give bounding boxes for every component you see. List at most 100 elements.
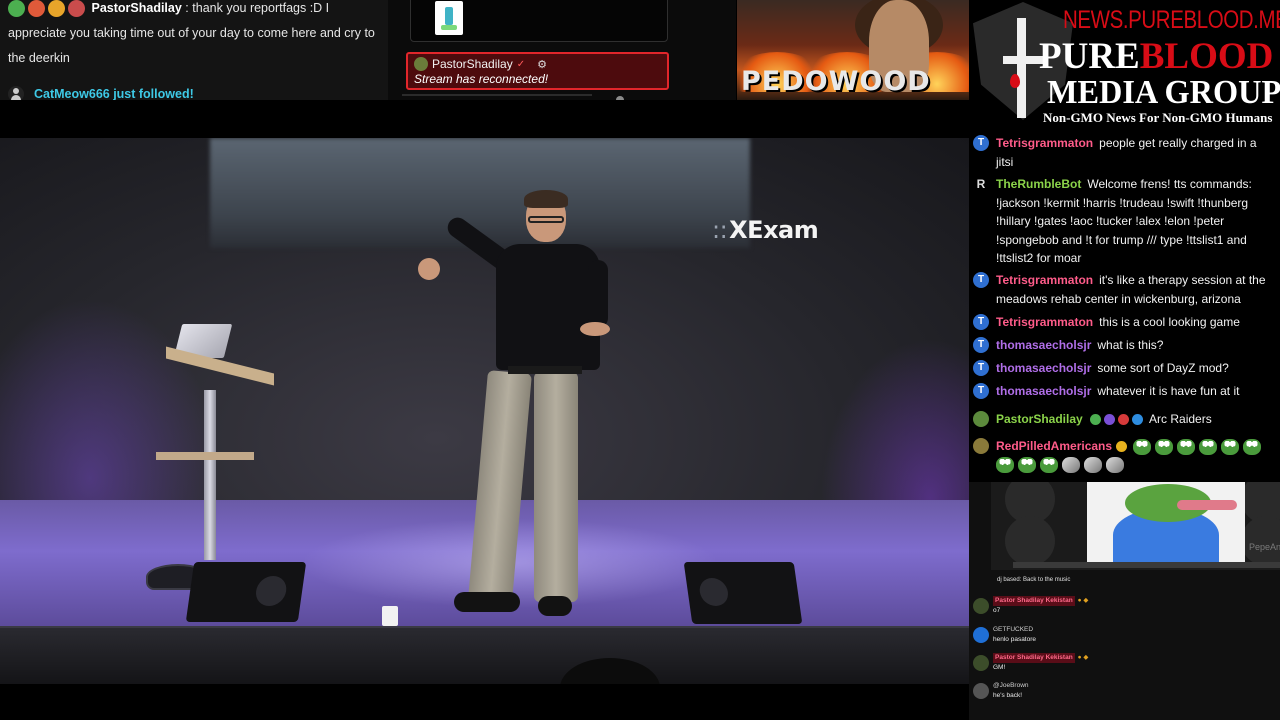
embed-text: GM! <box>993 664 1006 671</box>
chat-message: T Tetrisgrammaton this is a cool looking … <box>969 313 1280 332</box>
frog-emote-icon <box>1133 438 1152 455</box>
chat-username[interactable]: PastorShadilay <box>91 1 181 15</box>
chat-message-body: Tetrisgrammaton this is a cool looking ga… <box>996 313 1274 332</box>
embed-progress-bar[interactable] <box>1013 562 1280 568</box>
embed-video[interactable]: PepeAndFre <box>991 482 1280 570</box>
chat-message: RedPilledAmericans <box>969 437 1280 474</box>
chat-separator: : <box>185 1 189 15</box>
chat-username[interactable]: Tetrisgrammaton <box>996 315 1093 329</box>
chat-username[interactable]: thomasaecholsjr <box>996 384 1091 398</box>
embed-chat-message: GETFUCKED henlo pasatore <box>973 625 1273 645</box>
follow-notice-text: CatMeow666 just followed! <box>34 87 194 100</box>
alert-card <box>410 0 668 42</box>
chat-message-body: Tetrisgrammaton people get really charged… <box>996 134 1274 171</box>
chat-username[interactable]: thomasaecholsjr <box>996 361 1091 375</box>
embed-chat-message: @JoeBrown he's back! <box>973 681 1273 701</box>
chat-message-body: thomasaecholsjr some sort of DayZ mod? <box>996 359 1274 378</box>
badge-icon <box>1104 414 1116 426</box>
logo-subtitle: MEDIA GROUP <box>1047 74 1280 111</box>
verified-icon: ✓ <box>516 58 526 70</box>
presenter-torso <box>496 244 600 370</box>
chat-message: PastorShadilay Arc Raiders <box>969 410 1280 429</box>
decor-circle <box>1005 516 1055 566</box>
reconnect-alert: PastorShadilay ✓ ⚙ Stream has reconnecte… <box>406 52 669 90</box>
avatar <box>414 57 428 71</box>
avatar <box>973 438 989 454</box>
chat-username[interactable]: PastorShadilay <box>996 412 1083 426</box>
decor-circle <box>1241 516 1280 566</box>
main-video-player[interactable]: ::XExam <box>0 138 969 684</box>
embed-chat-message: Pastor Shadilay Kekistan ● ◆ GM! <box>973 653 1273 673</box>
ghost-emote-icon <box>1062 457 1080 474</box>
chat-username[interactable]: thomasaecholsjr <box>996 338 1091 352</box>
embed-chat-body: Pastor Shadilay Kekistan ● ◆ o7 <box>993 596 1273 616</box>
avatar: R <box>976 177 986 191</box>
embedded-stream[interactable]: PepeAndFre dj based: Back to the music P… <box>969 482 1280 720</box>
chat-message: T Tetrisgrammaton people get really charg… <box>969 134 1280 171</box>
reconnect-username: PastorShadilay <box>432 57 513 71</box>
slide-dots: :: <box>712 216 728 244</box>
embed-credit: PepeAndFre <box>1249 542 1280 552</box>
chat-message: T Tetrisgrammaton it's like a therapy ses… <box>969 271 1280 308</box>
embed-username[interactable]: Pastor Shadilay Kekistan <box>993 653 1075 663</box>
gear-icon[interactable]: ⚙ <box>537 58 547 71</box>
presenter <box>412 190 622 618</box>
presenter-hand <box>580 322 610 336</box>
chat-text: Arc Raiders <box>1149 412 1212 426</box>
user-badges <box>8 0 85 18</box>
embed-text: henlo pasatore <box>993 636 1037 643</box>
alert-thumbnail <box>435 1 463 35</box>
presenter-glasses <box>528 216 564 223</box>
presenter-leg <box>534 372 578 602</box>
reconnect-message: Stream has reconnected! <box>414 72 549 86</box>
avatar <box>973 598 989 614</box>
embed-caption: dj based: Back to the music <box>997 577 1071 583</box>
top-chat-overlay: PastorShadilay : thank you reportfags :D… <box>0 0 388 100</box>
badge-icon <box>1132 414 1144 426</box>
embed-username[interactable]: GETFUCKED <box>993 625 1033 635</box>
frog-emote-icon <box>1177 438 1196 455</box>
podium <box>204 390 216 560</box>
embed-text: he's back! <box>993 692 1023 699</box>
video-thumbnail[interactable]: PEDOWOOD <box>737 0 969 100</box>
stage-monitor-right <box>683 562 803 624</box>
chat-username[interactable]: TheRumbleBot <box>996 177 1081 191</box>
logo-title-pure: PURE <box>1039 36 1140 77</box>
chat-message-body: RedPilledAmericans <box>996 437 1274 474</box>
embed-chat-message: Pastor Shadilay Kekistan ● ◆ o7 <box>973 596 1273 616</box>
presenter-leg <box>468 370 532 602</box>
blood-drop-icon <box>1010 74 1020 88</box>
avatar: T <box>973 337 989 353</box>
embed-text: o7 <box>993 607 1001 614</box>
chat-message-body: Tetrisgrammaton it's like a therapy sessi… <box>996 271 1274 308</box>
pepe-tongue <box>1177 500 1237 510</box>
frog-emote-icon <box>996 457 1014 474</box>
embed-username[interactable]: Pastor Shadilay Kekistan <box>993 596 1075 606</box>
embed-chat-body: GETFUCKED henlo pasatore <box>993 625 1273 645</box>
logo-tagline: Non-GMO News For Non-GMO Humans <box>1043 110 1273 125</box>
avatar: T <box>973 360 989 376</box>
chat-message-body: thomasaecholsjr what is this? <box>996 336 1274 355</box>
embed-chat-body: Pastor Shadilay Kekistan ● ◆ GM! <box>993 653 1273 673</box>
avatar <box>973 411 989 427</box>
chat-text: whatever it is have fun at it <box>1097 384 1240 398</box>
badge-icon <box>1090 414 1102 426</box>
chat-text: what is this? <box>1097 338 1164 352</box>
reconnect-alert-header: PastorShadilay ✓ ⚙ <box>414 57 667 71</box>
presenter-arm <box>588 260 608 328</box>
frog-emote-icon <box>1155 438 1174 455</box>
cross-icon-bar <box>1003 56 1043 64</box>
cup <box>382 606 398 626</box>
chat-message: T thomasaecholsjr whatever it is have fun… <box>969 382 1280 401</box>
alerts-panel: PastorShadilay ✓ ⚙ Stream has reconnecte… <box>388 0 736 100</box>
top-chat-message: PastorShadilay : thank you reportfags :D… <box>8 0 380 71</box>
chat-username[interactable]: Tetrisgrammaton <box>996 136 1093 150</box>
chat-username[interactable]: Tetrisgrammaton <box>996 273 1093 287</box>
slide-label: XExam <box>729 216 819 244</box>
stage-monitor-left <box>185 562 307 622</box>
chat-text: this is a cool looking game <box>1099 315 1240 329</box>
chat-message: T thomasaecholsjr what is this? <box>969 336 1280 355</box>
presenter-shoe <box>454 592 520 612</box>
embed-username[interactable]: @JoeBrown <box>993 681 1029 691</box>
chat-username[interactable]: RedPilledAmericans <box>996 439 1112 453</box>
